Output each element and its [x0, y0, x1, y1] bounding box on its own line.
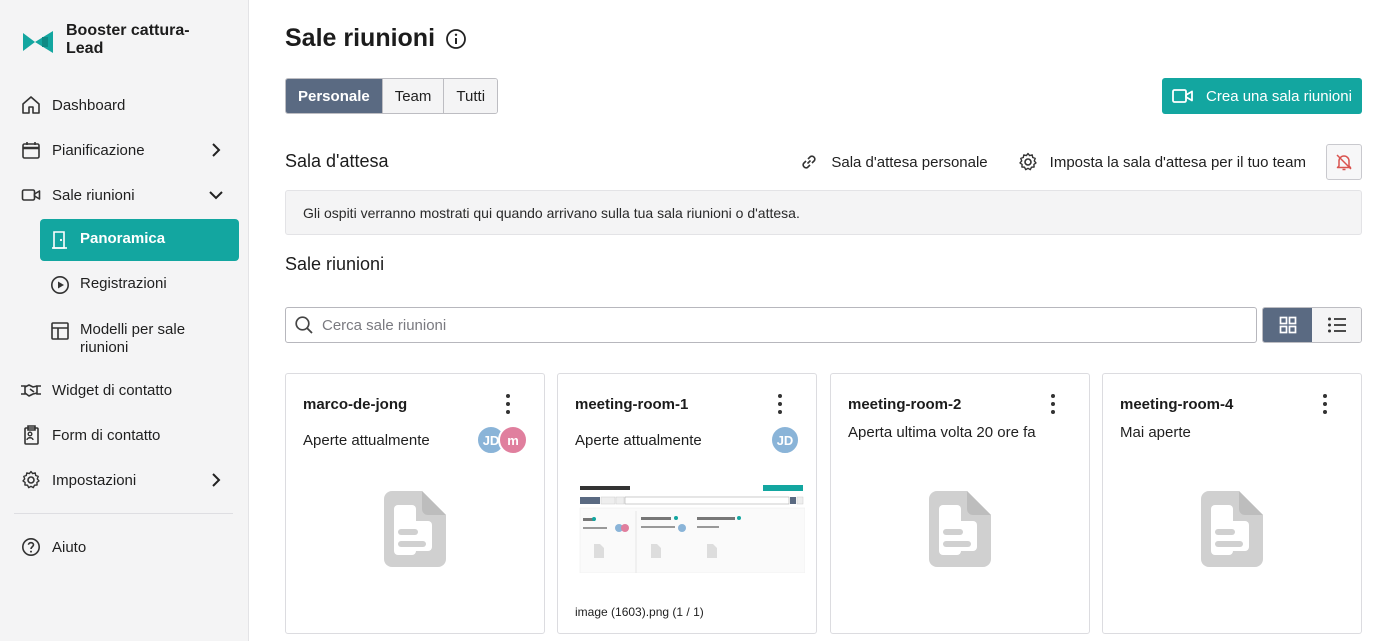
- sidebar-subitem-label: Panoramica: [80, 230, 166, 247]
- sidebar-subitem-panoramica[interactable]: Panoramica: [40, 219, 239, 261]
- rooms-heading: Sale riunioni: [285, 254, 385, 274]
- chevron-down-icon: [209, 191, 223, 200]
- waiting-room-heading: Sala d'attesa: [285, 151, 389, 171]
- participant-avatars: JD: [770, 425, 800, 455]
- sidebar-subitem-label: Registrazioni: [80, 275, 167, 292]
- room-card[interactable]: marco-de-jong Aperte attualmente JD m: [285, 373, 545, 634]
- search-input[interactable]: [322, 316, 1222, 334]
- personal-waiting-room-label: Sala d'attesa personale: [831, 153, 988, 171]
- sidebar-item-form-contatto[interactable]: Form di contatto: [14, 415, 239, 455]
- sidebar-item-label: Sale riunioni: [52, 186, 135, 204]
- calendar-icon: [20, 139, 42, 161]
- room-name: meeting-room-2: [848, 396, 962, 413]
- tab-tutti[interactable]: Tutti: [444, 79, 498, 113]
- sidebar-item-impostazioni[interactable]: Impostazioni: [14, 460, 239, 500]
- tab-personale[interactable]: Personale: [286, 79, 383, 113]
- brand-name: Booster cattura-Lead: [66, 22, 190, 57]
- more-options-icon[interactable]: [770, 393, 790, 415]
- help-icon: [20, 536, 42, 558]
- waiting-room-notice-text: Gli ospiti verranno mostrati qui quando …: [303, 204, 800, 221]
- video-icon: [1172, 89, 1193, 103]
- sidebar-subitem-label: Modelli per sale riunioni: [80, 321, 186, 356]
- room-thumbnail: [577, 478, 805, 573]
- sidebar-item-aiuto[interactable]: Aiuto: [14, 527, 239, 567]
- create-room-button[interactable]: Crea una sala riunioni: [1162, 78, 1362, 114]
- avatar: m: [498, 425, 528, 455]
- more-options-icon[interactable]: [1043, 393, 1063, 415]
- chevron-right-icon: [212, 143, 221, 157]
- avatar: JD: [770, 425, 800, 455]
- sidebar-subitem-registrazioni[interactable]: Registrazioni: [40, 264, 239, 310]
- room-status: Aperta ultima volta 20 ore fa: [848, 424, 1036, 441]
- view-toggle: [1262, 307, 1362, 343]
- play-icon: [50, 275, 70, 299]
- create-room-label: Crea una sala riunioni: [1206, 87, 1352, 105]
- bell-off-icon: [1336, 154, 1352, 171]
- room-search: [285, 307, 1257, 343]
- grid-icon: [1279, 316, 1296, 334]
- more-options-icon[interactable]: [1315, 393, 1335, 415]
- info-icon[interactable]: [445, 28, 467, 50]
- sidebar-item-label: Widget di contatto: [52, 381, 173, 399]
- room-status: Aperte attualmente: [575, 432, 702, 449]
- sidebar-item-label: Dashboard: [52, 96, 126, 114]
- sidebar-divider: [14, 513, 233, 514]
- tab-team[interactable]: Team: [382, 79, 445, 113]
- notifications-toggle-button[interactable]: [1326, 144, 1362, 180]
- sidebar-item-label: Impostazioni: [52, 471, 137, 489]
- sidebar-item-pianificazione[interactable]: Pianificazione: [14, 130, 239, 170]
- handshake-icon: [20, 379, 42, 401]
- main-content: Sale riunioni Personale Team Tutti Crea …: [249, 0, 1382, 641]
- sidebar-item-widget-contatto[interactable]: Widget di contatto: [14, 370, 239, 410]
- document-icon: [384, 491, 446, 567]
- gear-icon: [1018, 152, 1037, 171]
- sidebar-item-label: Pianificazione: [52, 141, 145, 159]
- sidebar-item-dashboard[interactable]: Dashboard: [14, 85, 239, 125]
- sidebar: Booster cattura-Lead Dashboard Pianifica…: [0, 0, 249, 641]
- room-name: meeting-room-1: [575, 396, 689, 413]
- gear-icon: [20, 469, 42, 491]
- room-card[interactable]: meeting-room-2 Aperta ultima volta 20 or…: [830, 373, 1090, 634]
- thumbnail-caption: image (1603).png (1 / 1): [575, 605, 704, 619]
- brand-logo-icon: [23, 31, 53, 53]
- template-icon: [50, 321, 70, 346]
- personal-waiting-room-link[interactable]: Sala d'attesa personale: [799, 152, 988, 172]
- room-status: Mai aperte: [1120, 424, 1191, 441]
- waiting-room-actions: Sala d'attesa personale Imposta la sala …: [799, 144, 1362, 180]
- brand[interactable]: Booster cattura-Lead: [22, 22, 216, 58]
- link-icon: [802, 155, 816, 169]
- sidebar-item-sale-riunioni[interactable]: Sale riunioni: [14, 175, 239, 215]
- room-card[interactable]: meeting-room-1 Aperte attualmente JD ima…: [557, 373, 817, 634]
- scope-tabs: Personale Team Tutti: [285, 78, 499, 114]
- door-icon: [50, 230, 70, 254]
- form-icon: [20, 424, 42, 446]
- team-waiting-room-label: Imposta la sala d'attesa per il tuo team: [1049, 153, 1306, 171]
- search-icon: [295, 316, 313, 334]
- grid-view-button[interactable]: [1263, 308, 1312, 342]
- room-status: Aperte attualmente: [303, 432, 430, 449]
- room-name: meeting-room-4: [1120, 396, 1234, 413]
- participant-avatars: JD m: [476, 425, 528, 455]
- sidebar-subitem-modelli[interactable]: Modelli per sale riunioni: [40, 309, 239, 368]
- room-name: marco-de-jong: [303, 396, 408, 413]
- list-icon: [1327, 317, 1346, 333]
- sidebar-item-label: Form di contatto: [52, 426, 161, 444]
- waiting-room-notice: Gli ospiti verranno mostrati qui quando …: [285, 190, 1362, 235]
- list-view-button[interactable]: [1312, 308, 1361, 342]
- document-icon: [1201, 491, 1263, 567]
- chevron-right-icon: [212, 473, 221, 487]
- sidebar-item-label: Aiuto: [52, 538, 87, 556]
- video-icon: [20, 184, 42, 206]
- page-title-text: Sale riunioni: [285, 24, 436, 52]
- home-icon: [20, 94, 42, 116]
- team-waiting-room-setup[interactable]: Imposta la sala d'attesa per il tuo team: [1018, 152, 1306, 172]
- document-icon: [929, 491, 991, 567]
- page-title: Sale riunioni: [285, 24, 467, 53]
- more-options-icon[interactable]: [498, 393, 518, 415]
- room-card[interactable]: meeting-room-4 Mai aperte: [1102, 373, 1362, 634]
